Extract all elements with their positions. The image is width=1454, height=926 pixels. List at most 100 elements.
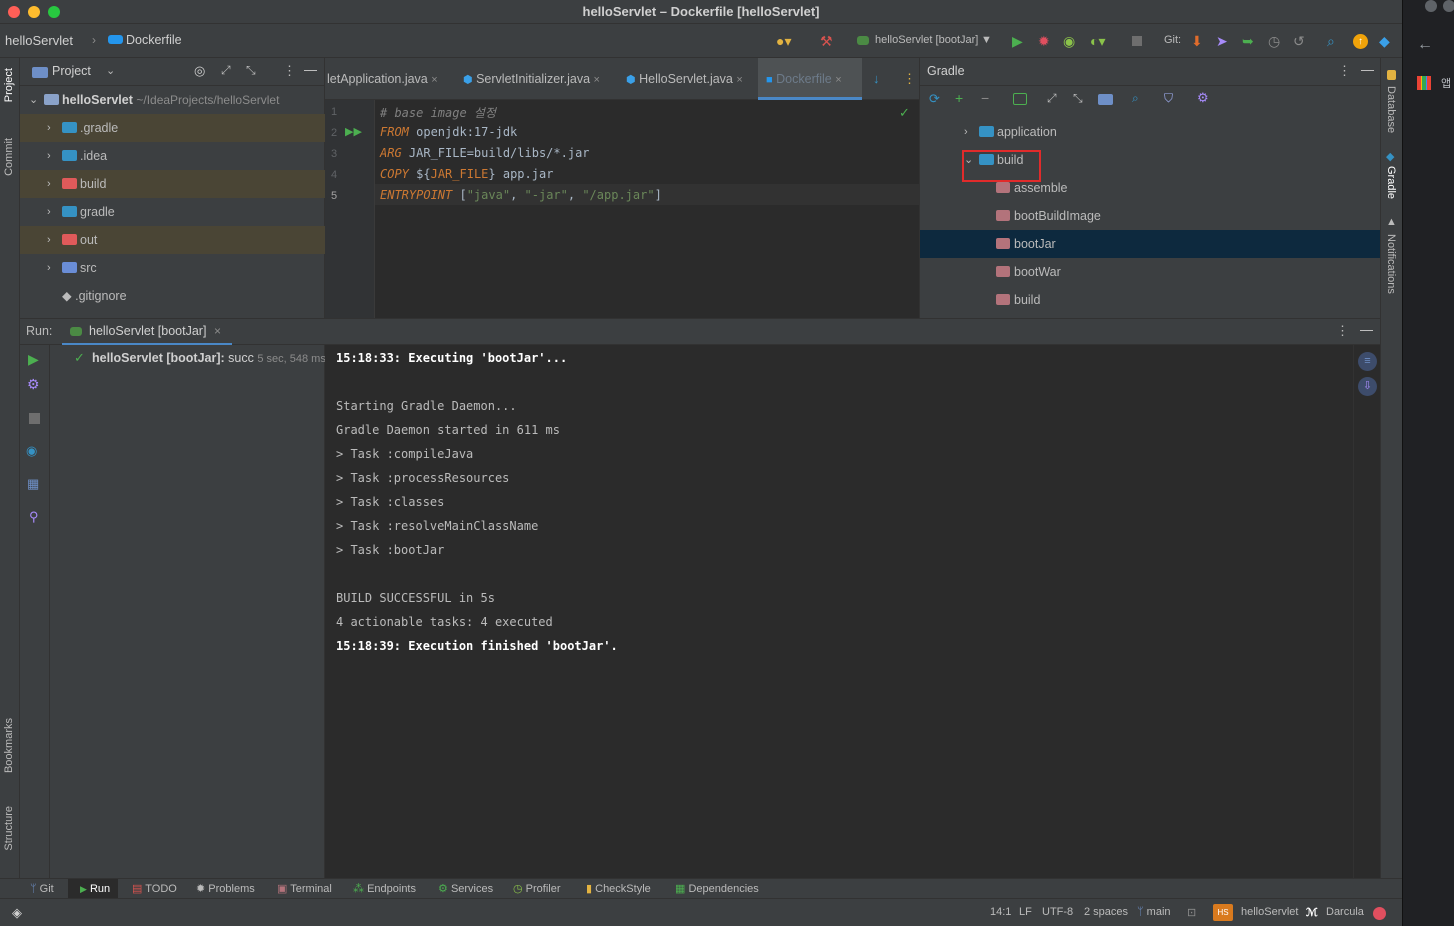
options-menu-icon[interactable]: ⋮ <box>1338 63 1351 79</box>
gradle-task-boot-jar[interactable]: bootJar <box>920 230 1381 258</box>
tool-tab-endpoints[interactable]: ⁂ Endpoints <box>353 879 416 899</box>
tool-tab-dependencies[interactable]: ▦ Dependencies <box>675 879 759 899</box>
bookmarks-tool-button[interactable]: Bookmarks <box>3 718 15 773</box>
tool-tab-todo[interactable]: ▤ TODO <box>132 879 177 899</box>
chevron-right-icon[interactable]: › <box>47 170 51 198</box>
tool-tab-checkstyle[interactable]: ▮ CheckStyle <box>586 879 651 899</box>
tree-item[interactable]: › gradle <box>20 198 325 226</box>
settings-gear-icon[interactable]: ⚙ <box>27 376 40 393</box>
tool-tab-services[interactable]: ⚙ Services <box>438 879 493 899</box>
collapse-all-icon[interactable]: ⤡ <box>1073 91 1083 106</box>
expand-all-icon[interactable]: ⤢ <box>1047 91 1057 106</box>
tree-root-item[interactable]: ⌄ helloServlet ~/IdeaProjects/helloServl… <box>20 86 325 114</box>
commit-tool-button[interactable]: Commit <box>3 138 15 176</box>
project-name[interactable]: helloServlet <box>1241 906 1298 918</box>
tab-hello-servlet[interactable]: ⬢ HelloServlet.java × <box>626 58 743 100</box>
toggle-offline-icon[interactable]: ⛉ <box>1164 91 1173 106</box>
hide-panel-icon[interactable]: — <box>304 62 317 77</box>
gradle-item-build-group[interactable]: ⌄ build <box>920 146 1381 182</box>
file-encoding[interactable]: UTF-8 <box>1042 906 1073 918</box>
options-menu-icon[interactable]: ⋮ <box>283 63 296 79</box>
structure-tool-button[interactable]: Structure <box>3 806 15 851</box>
coverage-icon[interactable]: ◉ <box>1063 33 1075 49</box>
tool-tab-problems[interactable]: ✹ Problems <box>196 879 255 899</box>
project-panel-title[interactable]: Project <box>52 64 91 78</box>
tool-tab-git[interactable]: ᛘ Git <box>30 879 54 899</box>
build-hammer-icon[interactable]: ⚒ <box>820 33 833 49</box>
project-tool-button[interactable]: Project <box>3 68 15 102</box>
tree-item[interactable]: › out <box>20 226 325 254</box>
vcs-users-icon[interactable]: ●▾ <box>776 33 791 49</box>
chevron-right-icon[interactable]: › <box>47 198 51 226</box>
apps-grid-icon[interactable] <box>1417 76 1431 90</box>
chevron-down-icon[interactable]: ⌄ <box>29 86 38 114</box>
read-only-lock-icon[interactable]: ⊡ <box>1187 906 1196 919</box>
tree-item[interactable]: › build <box>20 170 325 198</box>
expand-all-icon[interactable]: ⤢ <box>221 63 231 78</box>
caret-position[interactable]: 14:1 <box>990 906 1011 918</box>
git-update-icon[interactable]: ⬇ <box>1191 33 1203 49</box>
tool-tab-terminal[interactable]: ▣ Terminal <box>277 879 332 899</box>
remove-icon[interactable]: − <box>981 90 989 106</box>
notifications-tool-button[interactable]: Notifications <box>1385 234 1397 294</box>
chevron-right-icon[interactable]: › <box>47 254 51 282</box>
tree-item[interactable]: ◆ .gitignore <box>20 282 325 310</box>
gradle-tool-button[interactable]: Gradle <box>1385 166 1397 199</box>
layout-icon[interactable]: ▦ <box>27 476 39 492</box>
indent-setting[interactable]: 2 spaces <box>1084 906 1128 918</box>
pin-tab-icon[interactable]: ⚲ <box>29 509 39 525</box>
scroll-to-end-icon[interactable]: ⇩ <box>1358 377 1377 396</box>
back-arrow-icon[interactable]: ← <box>1417 36 1433 54</box>
search-icon[interactable]: ⌕ <box>1327 33 1335 49</box>
ide-update-icon[interactable]: ↑ <box>1353 34 1368 49</box>
stop-icon[interactable] <box>1132 35 1142 46</box>
locate-file-icon[interactable]: ◎ <box>194 63 205 79</box>
stop-icon[interactable] <box>29 413 40 424</box>
gradle-task-assemble[interactable]: assemble <box>920 174 1381 202</box>
close-tab-icon[interactable]: × <box>214 324 221 338</box>
git-history-icon[interactable]: ◷ <box>1268 33 1280 49</box>
tree-item[interactable]: › .idea <box>20 142 325 170</box>
run-config-selector[interactable]: helloServlet [bootJar] <box>875 34 978 46</box>
chevron-right-icon[interactable]: › <box>47 142 51 170</box>
chevron-down-icon[interactable]: ⌄ <box>964 146 973 174</box>
git-push-icon[interactable]: ➤ <box>1216 33 1228 49</box>
show-eye-icon[interactable]: ◉ <box>26 443 37 459</box>
breadcrumb-project[interactable]: helloServlet <box>5 33 73 48</box>
database-tool-button[interactable]: Database <box>1385 86 1397 133</box>
collapse-all-icon[interactable]: ⤡ <box>246 63 256 78</box>
chevron-right-icon[interactable]: › <box>47 114 51 142</box>
code-body[interactable]: # base image 설정 FROM openjdk:17-jdk ARG … <box>325 100 919 318</box>
tool-tab-profiler[interactable]: ◷ Profiler <box>513 879 561 899</box>
gradle-item-application[interactable]: › application <box>920 118 1381 146</box>
rerun-icon[interactable]: ▶ <box>28 351 39 368</box>
gradle-settings-gear-icon[interactable]: ⚙ <box>1197 90 1209 106</box>
close-tab-icon[interactable]: × <box>431 74 437 86</box>
close-tab-icon[interactable]: × <box>835 74 841 86</box>
breadcrumb-file[interactable]: Dockerfile <box>126 33 182 47</box>
run-console[interactable]: 15:18:33: Executing 'bootJar'... Starting… <box>325 345 1353 878</box>
rollback-icon[interactable]: ↺ <box>1293 33 1305 49</box>
tree-item[interactable]: › src <box>20 254 325 282</box>
run-icon[interactable]: ▶ <box>1012 33 1023 49</box>
options-menu-icon[interactable]: ⋮ <box>1336 323 1349 339</box>
editor-options-icon[interactable]: ⋮ <box>903 71 916 87</box>
chevron-right-icon[interactable]: › <box>964 118 968 146</box>
close-tab-icon[interactable]: × <box>594 74 600 86</box>
theme-name[interactable]: Darcula <box>1326 906 1364 918</box>
gradle-task-build[interactable]: build <box>920 286 1381 314</box>
run-tree-item[interactable]: ✓ helloServlet [bootJar]: succ 5 sec, 54… <box>50 345 325 371</box>
soft-wrap-icon[interactable]: ≡ <box>1358 352 1377 371</box>
run-config-dropdown-icon[interactable]: ▼ <box>981 32 992 48</box>
layers-icon[interactable]: ◈ <box>12 905 22 921</box>
gradle-task-boot-build-image[interactable]: bootBuildImage <box>920 202 1381 230</box>
hide-panel-icon[interactable]: — <box>1361 62 1374 77</box>
tab-servlet-initializer[interactable]: ⬢ ServletInitializer.java × <box>463 58 600 100</box>
chevron-right-icon[interactable]: › <box>47 226 51 254</box>
profile-icon[interactable]: ◐▾ <box>1090 33 1105 49</box>
reload-icon[interactable]: ⟳ <box>929 91 940 107</box>
code-with-me-icon[interactable]: ◆ <box>1379 33 1390 49</box>
tab-application-java[interactable]: letApplication.java × <box>327 58 438 100</box>
run-tab[interactable]: helloServlet [bootJar] × <box>62 319 232 346</box>
line-separator[interactable]: LF <box>1019 906 1032 918</box>
